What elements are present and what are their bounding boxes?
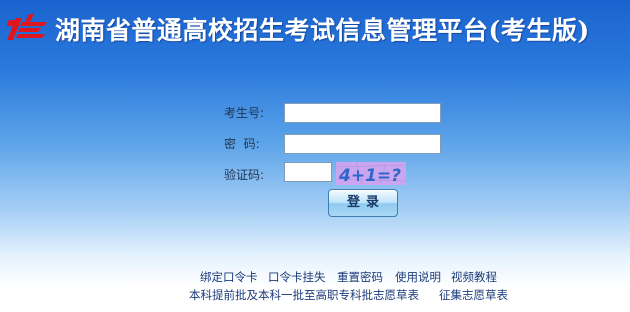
captcha-text: 4+1=? (338, 166, 401, 185)
link-report-token-card-lost[interactable]: 口令卡挂失 (268, 269, 326, 285)
link-bind-token-card[interactable]: 绑定口令卡 (200, 269, 258, 285)
header-bar: 湖南省普通高校招生考试信息管理平台(考生版) (0, 0, 630, 62)
page-title: 湖南省普通高校招生考试信息管理平台(考生版) (55, 16, 590, 45)
link-video-tutorial[interactable]: 视频教程 (451, 269, 497, 285)
hunan-exam-logo-icon (7, 14, 47, 40)
candidate-number-input[interactable] (284, 103, 441, 123)
verification-code-input[interactable] (284, 162, 332, 182)
candidate-number-label: 考生号: (224, 106, 265, 120)
password-label: 密 码: (224, 137, 260, 151)
login-button[interactable]: 登录 (328, 189, 398, 217)
captcha-image[interactable]: 4+1=? (336, 162, 406, 185)
link-application-draft-undergrad-to-vocational[interactable]: 本科提前批及本科一批至高职专科批志愿草表 (189, 287, 419, 303)
verification-code-label: 验证码: (224, 168, 265, 182)
link-user-guide[interactable]: 使用说明 (395, 269, 441, 285)
link-supplementary-application-draft[interactable]: 征集志愿草表 (439, 287, 508, 303)
link-reset-password[interactable]: 重置密码 (337, 269, 383, 285)
password-input[interactable] (284, 134, 441, 154)
